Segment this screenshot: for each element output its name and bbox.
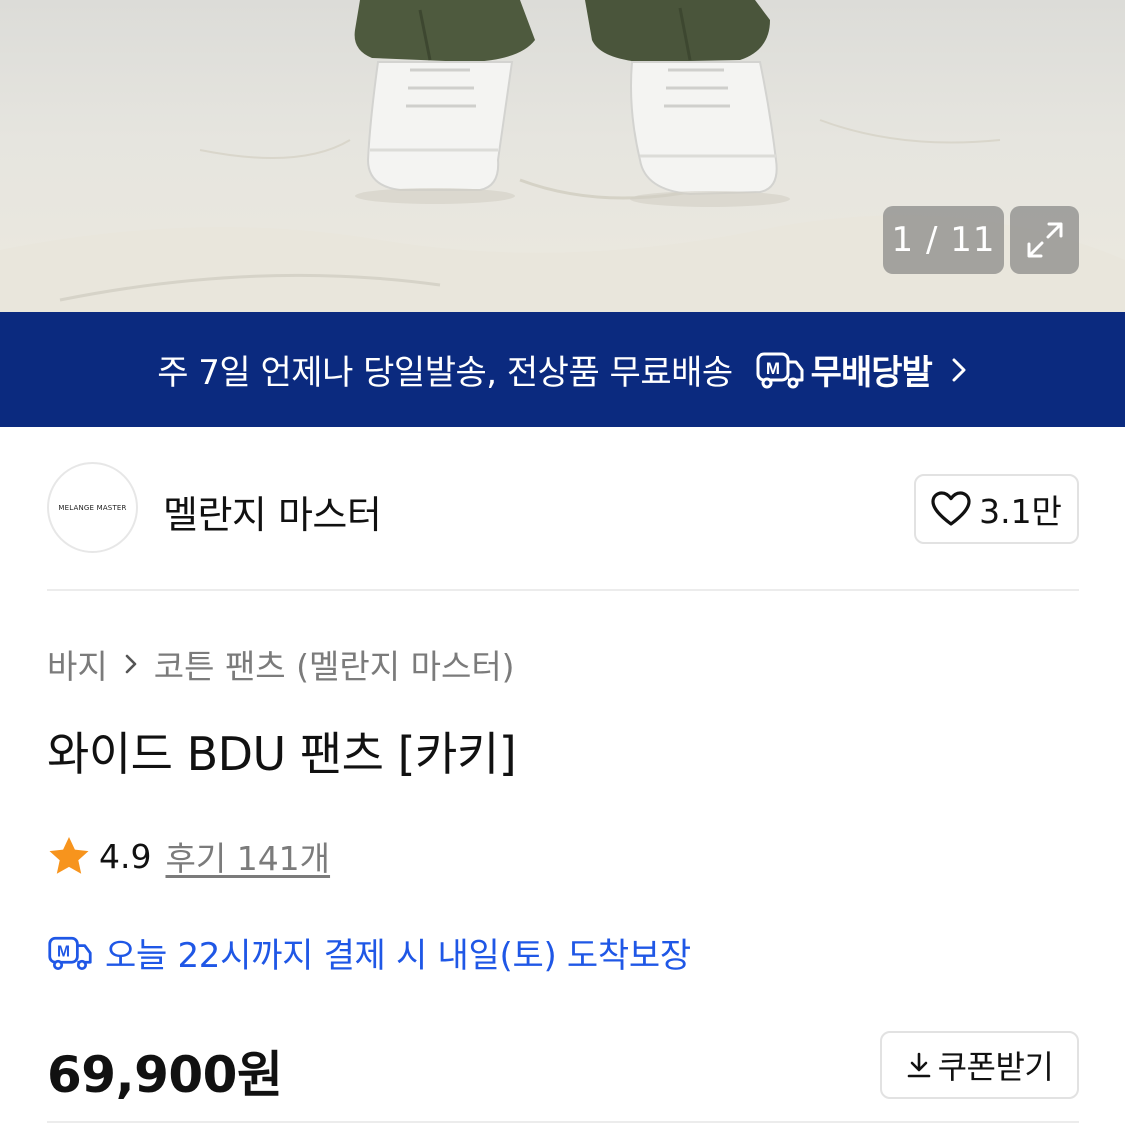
- image-counter: 1 / 11: [883, 206, 1004, 274]
- breadcrumb: 바지 코튼 팬츠 (멜란지 마스터): [47, 640, 515, 688]
- rating-row: 4.9 후기 141개: [47, 832, 330, 880]
- delivery-guarantee[interactable]: M 오늘 22시까지 결제 시 내일(토) 도착보장: [47, 928, 691, 977]
- like-count: 3.1만: [979, 492, 1062, 531]
- breadcrumb-subcategory[interactable]: 코튼 팬츠 (멜란지 마스터): [154, 640, 515, 688]
- promo-brand: 무배당발: [810, 353, 933, 393]
- delivery-logo-letter: M: [57, 943, 70, 960]
- promo-text: 주 7일 언제나 당일발송, 전상품 무료배송: [157, 353, 733, 393]
- chevron-right-icon: [124, 652, 138, 676]
- delivery-truck-m-icon: M: [756, 352, 804, 388]
- promo-logo: M 무배당발: [755, 345, 933, 394]
- like-button[interactable]: 3.1만: [914, 474, 1079, 544]
- download-icon: [907, 1052, 930, 1078]
- expand-arrows-icon: [1027, 222, 1062, 258]
- product-image[interactable]: 1 / 11: [0, 0, 1125, 312]
- chevron-right-icon: [950, 355, 968, 385]
- coupon-label: 쿠폰받기: [937, 1048, 1054, 1086]
- store-logo-text: MELANGE MASTER: [58, 503, 127, 512]
- coupon-button[interactable]: 쿠폰받기: [880, 1031, 1079, 1099]
- free-shipping-banner[interactable]: 주 7일 언제나 당일발송, 전상품 무료배송 M 무배당발: [0, 312, 1125, 427]
- breadcrumb-category[interactable]: 바지: [47, 640, 108, 688]
- rating-score: 4.9: [99, 836, 152, 876]
- reviews-link[interactable]: 후기 141개: [165, 832, 330, 880]
- expand-image-button[interactable]: [1010, 206, 1079, 274]
- divider: [47, 1121, 1079, 1123]
- star-filled-icon: [49, 837, 89, 874]
- delivery-text: 오늘 22시까지 결제 시 내일(토) 도착보장: [105, 936, 691, 976]
- divider: [47, 589, 1079, 591]
- store-row: MELANGE MASTER 멜란지 마스터 3.1만: [47, 462, 1079, 554]
- store-logo[interactable]: MELANGE MASTER: [47, 462, 138, 553]
- heart-outline-icon: [931, 491, 971, 526]
- promo-logo-letter: M: [766, 359, 780, 378]
- delivery-truck-m-icon: M: [48, 936, 92, 970]
- product-title: 와이드 BDU 팬츠 [카키]: [47, 727, 517, 781]
- product-price: 69,900원: [47, 1046, 283, 1104]
- store-name[interactable]: 멜란지 마스터: [163, 484, 382, 539]
